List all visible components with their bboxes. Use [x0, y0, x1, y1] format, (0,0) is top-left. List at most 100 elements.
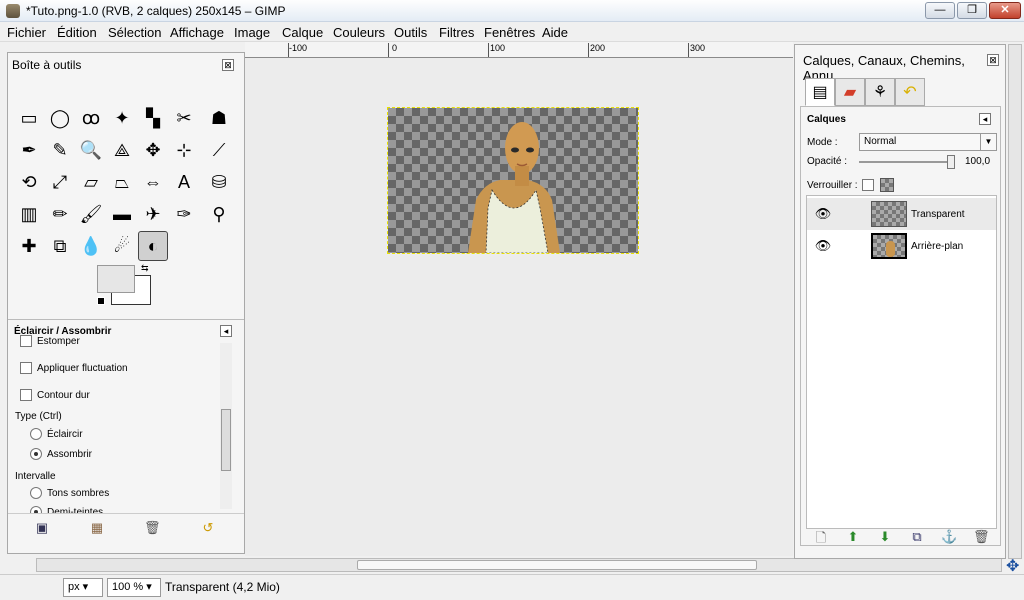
ink-icon[interactable]: ✑	[169, 199, 199, 229]
layer-item-arriere-plan[interactable]: 👁 Arrière-plan	[807, 230, 996, 262]
menu-calque[interactable]: Calque	[282, 25, 323, 40]
dock-close-icon[interactable]: ⊠	[987, 54, 999, 66]
vertical-scrollbar[interactable]	[1008, 44, 1022, 559]
eye-icon[interactable]: 👁	[807, 206, 839, 222]
maximize-button[interactable]: ❐	[957, 2, 987, 19]
scissors-icon[interactable]: ✂	[169, 103, 199, 133]
opacity-slider[interactable]	[859, 154, 955, 169]
menu-edition[interactable]: Édition	[57, 25, 97, 40]
menu-outils[interactable]: Outils	[394, 25, 427, 40]
menu-fichier[interactable]: Fichier	[7, 25, 46, 40]
tool-options-menu-icon[interactable]: ◂	[220, 325, 232, 337]
swap-colors-icon[interactable]: ⇆	[141, 263, 149, 274]
mode-select[interactable]: Normal ▼	[859, 133, 997, 151]
options-scrollbar[interactable]	[220, 343, 232, 509]
paintbrush-icon[interactable]: 🖌	[76, 199, 106, 229]
color-picker-icon[interactable]: ✎	[45, 135, 75, 165]
rect-select-icon[interactable]: ▭	[14, 103, 44, 133]
checkbox[interactable]	[20, 362, 32, 374]
eye-icon[interactable]: 👁	[807, 238, 839, 254]
unit-select[interactable]: px ▾	[63, 578, 103, 597]
menu-fenetres[interactable]: Fenêtres	[484, 25, 535, 40]
scrollbar-thumb[interactable]	[357, 560, 757, 570]
lock-checkbox[interactable]	[861, 179, 874, 191]
layer-item-transparent[interactable]: 👁 Transparent	[807, 198, 996, 230]
save-options-icon[interactable]: ▣	[34, 520, 50, 536]
restore-options-icon[interactable]: ▦	[89, 520, 105, 536]
opacity-slider-handle[interactable]	[947, 154, 955, 169]
radio[interactable]	[30, 448, 42, 460]
radio-tons-sombres[interactable]: Tons sombres	[30, 487, 109, 499]
smudge-icon[interactable]: ☄	[107, 231, 137, 261]
anchor-layer-icon[interactable]: ⚓	[941, 529, 957, 545]
lower-layer-icon[interactable]: ⬇	[877, 529, 893, 545]
free-select-icon[interactable]: ꝏ	[76, 103, 106, 133]
eraser-icon[interactable]: ▬	[107, 199, 137, 229]
duplicate-layer-icon[interactable]: ⧉	[909, 529, 925, 545]
horizontal-scrollbar[interactable]	[36, 558, 1002, 572]
fuzzy-select-icon[interactable]: ✦	[107, 103, 137, 133]
ellipse-select-icon[interactable]: ◯	[45, 103, 75, 133]
tab-channels[interactable]: ▰	[835, 78, 865, 106]
menu-image[interactable]: Image	[234, 25, 270, 40]
tab-paths[interactable]: ⚘	[865, 78, 895, 106]
perspective-icon[interactable]: ⏢	[107, 167, 137, 197]
toolbox-close-icon[interactable]: ⊠	[222, 59, 234, 71]
text-icon[interactable]: A	[169, 167, 199, 197]
canvas-area[interactable]	[245, 58, 793, 556]
blend-icon[interactable]: ▥	[14, 199, 44, 229]
shear-icon[interactable]: ▱	[76, 167, 106, 197]
lock-alpha-icon[interactable]	[879, 178, 894, 192]
foreground-select-icon[interactable]: ☗	[204, 103, 234, 133]
radio[interactable]	[30, 428, 42, 440]
scale-icon[interactable]: ⤢	[45, 167, 75, 197]
layer-name[interactable]: Arrière-plan	[911, 241, 963, 252]
airbrush-icon[interactable]: ✈	[138, 199, 168, 229]
menu-affichage[interactable]: Affichage	[170, 25, 224, 40]
default-colors-icon[interactable]	[97, 297, 105, 305]
radio-assombrir[interactable]: Assombrir	[30, 448, 92, 460]
color-select-icon[interactable]: ▚	[138, 103, 168, 133]
navigate-icon[interactable]: ✥	[1006, 556, 1019, 576]
perspective-clone-icon[interactable]: ⧉	[45, 231, 75, 261]
flip-icon[interactable]: ⇔	[138, 167, 168, 197]
foreground-color-swatch[interactable]	[97, 265, 135, 293]
radio[interactable]	[30, 487, 42, 499]
minimize-button[interactable]: —	[925, 2, 955, 19]
zoom-select[interactable]: 100 % ▾	[107, 578, 161, 597]
layer-name[interactable]: Transparent	[911, 209, 965, 220]
move-icon[interactable]: ✥	[138, 135, 168, 165]
image-canvas[interactable]	[387, 107, 639, 254]
delete-layer-icon[interactable]: 🗑	[973, 529, 990, 545]
blur-icon[interactable]: 💧	[76, 231, 106, 261]
delete-options-icon[interactable]: 🗑	[144, 520, 161, 536]
tab-undo[interactable]: ↶	[895, 78, 925, 106]
close-button[interactable]: ✕	[989, 2, 1021, 19]
fg-bg-colors[interactable]: ⇆	[97, 263, 153, 309]
align-icon[interactable]: ⊹	[169, 135, 199, 165]
new-layer-icon[interactable]: 🗋	[813, 529, 829, 545]
menu-selection[interactable]: Sélection	[108, 25, 161, 40]
paths-icon[interactable]: ✒	[14, 135, 44, 165]
raise-layer-icon[interactable]: ⬆	[845, 529, 861, 545]
rotate-icon[interactable]: ⟲	[14, 167, 44, 197]
clone-icon[interactable]: ⚲	[204, 199, 234, 229]
radio-eclaircir[interactable]: Éclaircir	[30, 428, 83, 440]
pencil-icon[interactable]: ✏	[45, 199, 75, 229]
measure-icon[interactable]: ⟁	[107, 135, 137, 165]
option-estomper[interactable]: Estomper	[20, 335, 80, 347]
bucket-fill-icon[interactable]: ⛁	[204, 167, 234, 197]
crop-icon[interactable]: ⟋	[204, 135, 234, 165]
layers-menu-icon[interactable]: ◂	[979, 113, 991, 125]
zoom-icon[interactable]: 🔍	[76, 135, 106, 165]
option-fluctuation[interactable]: Appliquer fluctuation	[20, 362, 128, 374]
tab-layers[interactable]: ▤	[805, 78, 835, 106]
option-contour-dur[interactable]: Contour dur	[20, 389, 90, 401]
reset-options-icon[interactable]: ↺	[200, 520, 216, 536]
scrollbar-thumb[interactable]	[221, 409, 231, 471]
menu-couleurs[interactable]: Couleurs	[333, 25, 385, 40]
horizontal-ruler[interactable]: -100 0 100 200 300	[245, 42, 793, 58]
checkbox[interactable]	[20, 389, 32, 401]
menu-aide[interactable]: Aide	[542, 25, 568, 40]
heal-icon[interactable]: ✚	[14, 231, 44, 261]
